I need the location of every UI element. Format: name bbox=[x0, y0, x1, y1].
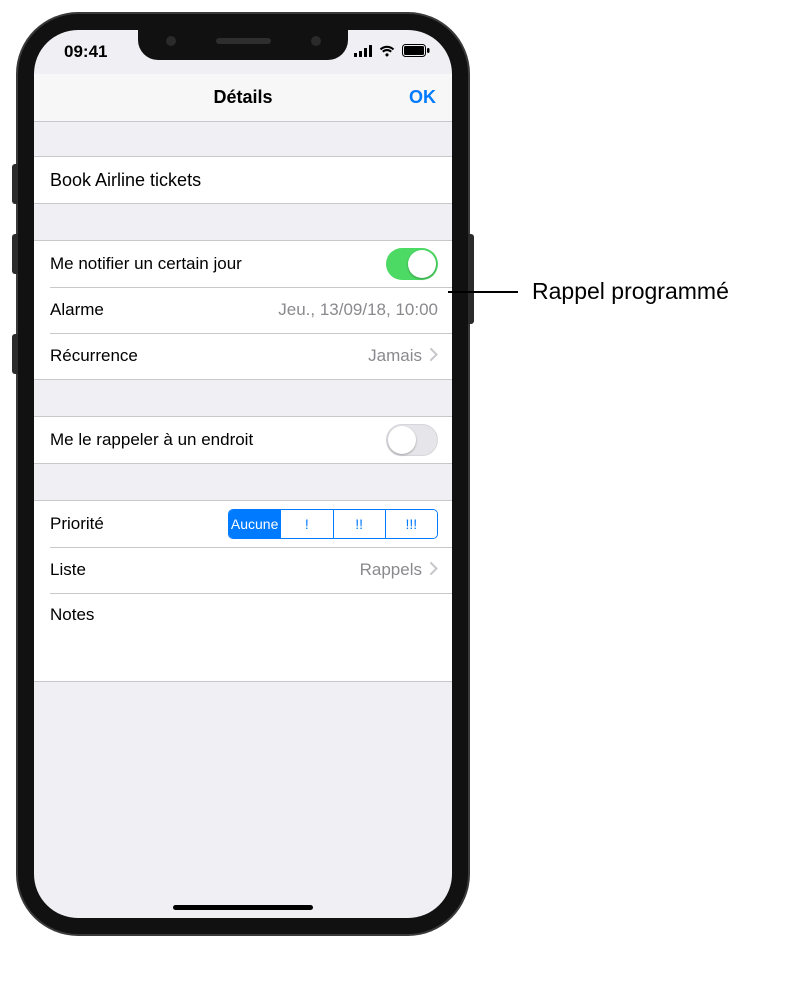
priority-option-high[interactable]: !!! bbox=[385, 510, 437, 538]
location-group: Me le rappeler à un endroit bbox=[34, 416, 452, 464]
alarm-row[interactable]: Alarme Jeu., 13/09/18, 10:00 bbox=[34, 287, 452, 333]
reminder-title-text: Book Airline tickets bbox=[50, 170, 438, 191]
callout-line bbox=[448, 291, 518, 293]
notify-day-row: Me notifier un certain jour bbox=[34, 241, 452, 287]
priority-option-none[interactable]: Aucune bbox=[229, 510, 280, 538]
title-group: Book Airline tickets bbox=[34, 156, 452, 204]
callout-text: Rappel programmé bbox=[532, 278, 729, 305]
notify-location-label: Me le rappeler à un endroit bbox=[50, 430, 386, 450]
list-row[interactable]: Liste Rappels bbox=[34, 547, 452, 593]
callout: Rappel programmé bbox=[448, 278, 729, 305]
nav-bar: Détails OK bbox=[34, 74, 452, 122]
nav-title: Détails bbox=[34, 87, 452, 108]
tableview: Book Airline tickets Me notifier un cert… bbox=[34, 156, 452, 682]
repeat-row[interactable]: Récurrence Jamais bbox=[34, 333, 452, 379]
schedule-group: Me notifier un certain jour Alarme Jeu.,… bbox=[34, 240, 452, 380]
priority-row: Priorité Aucune ! !! !!! bbox=[34, 501, 452, 547]
screen: 09:41 Détails OK Book Airl bbox=[34, 30, 452, 918]
notify-day-label: Me notifier un certain jour bbox=[50, 254, 386, 274]
priority-option-low[interactable]: ! bbox=[280, 510, 332, 538]
notes-field[interactable]: Notes bbox=[34, 593, 452, 681]
notch bbox=[138, 30, 348, 60]
cellular-icon bbox=[354, 42, 372, 62]
status-indicators bbox=[354, 42, 430, 62]
alarm-label: Alarme bbox=[50, 300, 278, 320]
list-value: Rappels bbox=[360, 560, 422, 580]
priority-option-medium[interactable]: !! bbox=[333, 510, 385, 538]
reminder-title-field[interactable]: Book Airline tickets bbox=[34, 157, 452, 203]
device-frame: 09:41 Détails OK Book Airl bbox=[18, 14, 468, 934]
notify-day-switch[interactable] bbox=[386, 248, 438, 280]
battery-icon bbox=[402, 42, 430, 62]
status-time: 09:41 bbox=[64, 42, 107, 62]
priority-label: Priorité bbox=[50, 514, 228, 534]
chevron-right-icon bbox=[430, 560, 438, 580]
repeat-value: Jamais bbox=[368, 346, 422, 366]
wifi-icon bbox=[378, 42, 396, 62]
chevron-right-icon bbox=[430, 346, 438, 366]
done-button[interactable]: OK bbox=[409, 87, 436, 108]
alarm-value: Jeu., 13/09/18, 10:00 bbox=[278, 300, 438, 320]
notify-location-row: Me le rappeler à un endroit bbox=[34, 417, 452, 463]
notify-location-switch[interactable] bbox=[386, 424, 438, 456]
notes-label: Notes bbox=[50, 605, 438, 625]
repeat-label: Récurrence bbox=[50, 346, 368, 366]
priority-segmented[interactable]: Aucune ! !! !!! bbox=[228, 509, 438, 539]
details-group: Priorité Aucune ! !! !!! Liste Rappels bbox=[34, 500, 452, 682]
home-indicator[interactable] bbox=[173, 905, 313, 910]
list-label: Liste bbox=[50, 560, 360, 580]
